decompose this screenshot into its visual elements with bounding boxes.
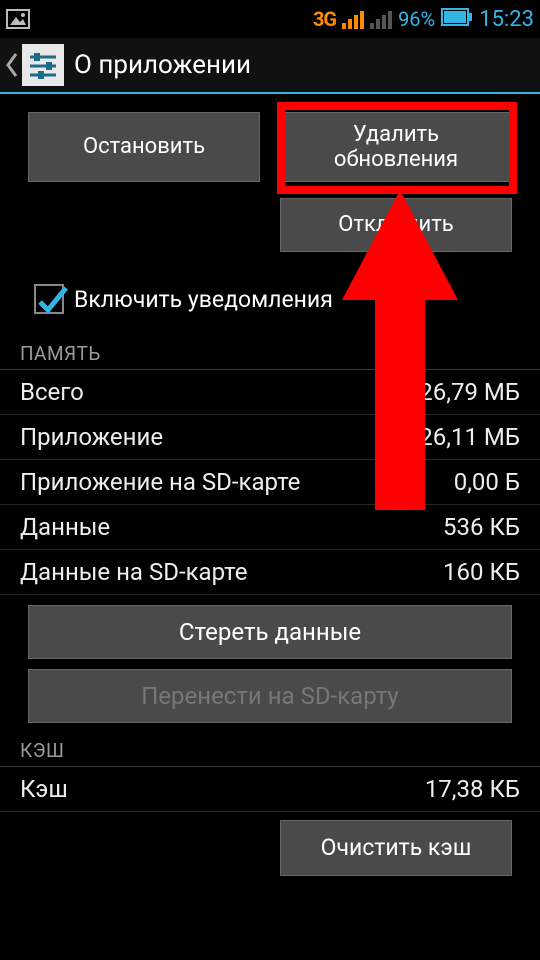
back-icon[interactable] [4,52,20,78]
cache-section-header: КЭШ [0,731,540,767]
signal-icon [342,9,364,29]
cache-value: 17,38 КБ [425,775,520,803]
move-to-sd-button: Перенести на SD-карту [28,669,512,723]
status-bar: 3G 96% 15:23 [0,0,540,38]
content: Остановить Удалить обновления Отключить … [0,94,540,876]
storage-data-sd-row: Данные на SD-карте 160 КБ [0,550,540,595]
signal-icon-2 [370,9,392,29]
notifications-checkbox-row[interactable]: Включить уведомления [0,260,540,334]
clear-data-button-label: Стереть данные [179,618,361,646]
battery-icon [441,7,473,31]
storage-data-value: 536 КБ [443,513,520,541]
action-bar[interactable]: О приложении [0,38,540,94]
storage-total-value: 26,79 МБ [419,378,520,406]
clear-cache-button[interactable]: Очистить кэш [280,820,512,876]
cache-row: Кэш 17,38 КБ [0,767,540,812]
storage-data-label: Данные [20,513,110,541]
notifications-label: Включить уведомления [74,286,333,313]
storage-section-header: ПАМЯТЬ [0,334,540,370]
clock: 15:23 [479,7,534,32]
stop-button-label: Остановить [83,134,205,159]
storage-app-value: 26,11 МБ [419,423,520,451]
page-title: О приложении [74,50,251,80]
stop-button[interactable]: Остановить [28,112,260,182]
clear-cache-button-label: Очистить кэш [321,835,472,861]
disable-button[interactable]: Отключить [280,198,512,252]
storage-data-sd-value: 160 КБ [443,558,520,586]
move-to-sd-button-label: Перенести на SD-карту [141,682,399,710]
storage-data-sd-label: Данные на SD-карте [20,558,247,586]
storage-app-sd-value: 0,00 Б [454,468,520,496]
disable-button-label: Отключить [338,212,453,237]
picture-icon [6,9,30,29]
storage-app-row: Приложение 26,11 МБ [0,415,540,460]
storage-data-row: Данные 536 КБ [0,505,540,550]
network-type-label: 3G [313,7,336,31]
settings-sliders-icon [22,44,64,86]
storage-app-sd-label: Приложение на SD-карте [20,468,300,496]
delete-updates-button-label: Удалить обновления [334,122,458,173]
cache-label: Кэш [20,775,68,803]
storage-app-label: Приложение [20,423,163,451]
storage-total-row: Всего 26,79 МБ [0,370,540,415]
checkbox-icon [34,284,64,314]
delete-updates-button[interactable]: Удалить обновления [280,112,512,182]
clear-data-button[interactable]: Стереть данные [28,605,512,659]
storage-total-label: Всего [20,378,84,406]
storage-app-sd-row: Приложение на SD-карте 0,00 Б [0,460,540,505]
battery-percent: 96% [398,7,435,31]
